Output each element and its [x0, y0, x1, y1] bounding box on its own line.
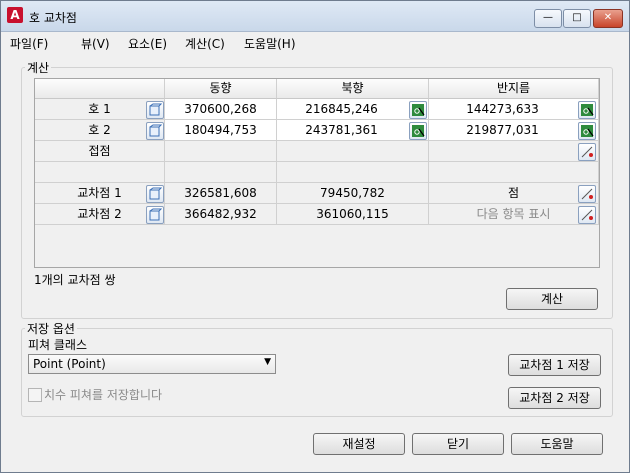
- intersection-count-status: 1개의 교차점 쌍: [34, 273, 116, 287]
- title-bar: A 호 교차점 — □ ✕: [1, 1, 629, 32]
- spacer-cell: [35, 162, 165, 183]
- arc2-east-input[interactable]: 180494,753: [165, 120, 277, 141]
- close-window-button[interactable]: ✕: [593, 9, 623, 28]
- maximize-button[interactable]: □: [563, 9, 591, 28]
- intersection2-type-value: 다음 항목 표시: [429, 204, 599, 225]
- menu-calculate[interactable]: 계산(C): [185, 35, 225, 52]
- header-east: 동향: [165, 79, 277, 99]
- save-dimension-label: 치수 피쳐를 저장합니다: [44, 388, 163, 402]
- spacer-cell: [165, 162, 277, 183]
- intersection2-north-value: 361060,115: [277, 204, 429, 225]
- select-object-icon: [149, 103, 162, 116]
- arc-intersection-window: A 호 교차점 — □ ✕ 파일(F) 뷰(V) 요소(E) 계산(C) 도움말…: [0, 0, 630, 473]
- menu-view[interactable]: 뷰(V): [81, 35, 110, 52]
- calc-group-label: 계산: [25, 59, 52, 76]
- tangent-radius-cell: [429, 141, 599, 162]
- intersection-point-icon: [581, 188, 593, 200]
- menu-help[interactable]: 도움말(H): [244, 35, 296, 52]
- intersection-point-icon: [581, 209, 593, 221]
- pick-arc2-radius-button[interactable]: [578, 122, 596, 140]
- intersection1-point-button[interactable]: [578, 185, 596, 203]
- menu-elements[interactable]: 요소(E): [128, 35, 167, 52]
- pick-arc2-north-button[interactable]: [409, 122, 427, 140]
- calculate-button[interactable]: 계산: [506, 288, 598, 310]
- help-button[interactable]: 도움말: [511, 433, 603, 455]
- feature-class-select[interactable]: Point (Point) ▼: [28, 354, 276, 374]
- arc1-north-input[interactable]: 216845,246: [277, 99, 429, 120]
- feature-class-label: 피쳐 클래스: [28, 338, 88, 352]
- tangent-north-cell: [277, 141, 429, 162]
- spacer-cell: [429, 162, 599, 183]
- window-title: 호 교차점: [29, 11, 77, 25]
- pick-point-icon: [412, 125, 425, 137]
- select-intersection1-button[interactable]: [146, 185, 164, 203]
- header-north: 북향: [277, 79, 429, 99]
- intersection1-north-value: 79450,782: [277, 183, 429, 204]
- reset-button[interactable]: 재설정: [313, 433, 405, 455]
- pick-point-icon: [581, 104, 594, 116]
- intersection-point-icon: [581, 146, 593, 158]
- grid-corner-header: [35, 79, 165, 99]
- select-intersection2-button[interactable]: [146, 206, 164, 224]
- arc1-radius-input[interactable]: 144273,633: [429, 99, 599, 120]
- select-arc2-button[interactable]: [146, 122, 164, 140]
- pick-point-icon: [581, 125, 594, 137]
- save-intersection1-button[interactable]: 교차점 1 저장: [508, 354, 601, 376]
- pick-point-icon: [412, 104, 425, 116]
- close-button[interactable]: 닫기: [412, 433, 504, 455]
- arc2-radius-input[interactable]: 219877,031: [429, 120, 599, 141]
- calc-grid: 동향 북향 반지름 호 1 370600,268 216845,246 1442…: [34, 78, 600, 268]
- menu-bar: 파일(F) 뷰(V) 요소(E) 계산(C) 도움말(H): [1, 32, 629, 52]
- spacer-cell: [277, 162, 429, 183]
- header-radius: 반지름: [429, 79, 599, 99]
- chevron-down-icon: ▼: [264, 357, 271, 367]
- save-intersection2-button[interactable]: 교차점 2 저장: [508, 387, 601, 409]
- minimize-button[interactable]: —: [534, 9, 562, 28]
- tangent-east-cell: [165, 141, 277, 162]
- arc1-east-input[interactable]: 370600,268: [165, 99, 277, 120]
- intersection1-type-value: 점: [429, 183, 599, 204]
- save-options-label: 저장 옵션: [25, 320, 77, 337]
- intersection1-east-value: 326581,608: [165, 183, 277, 204]
- pick-arc1-radius-button[interactable]: [578, 101, 596, 119]
- pick-arc1-north-button[interactable]: [409, 101, 427, 119]
- select-object-icon: [149, 124, 162, 137]
- tangent-point-button[interactable]: [578, 143, 596, 161]
- menu-file[interactable]: 파일(F): [10, 35, 48, 52]
- select-object-icon: [149, 208, 162, 221]
- intersection2-point-button[interactable]: [578, 206, 596, 224]
- row-label-tangent: 접점: [35, 141, 165, 162]
- select-arc1-button[interactable]: [146, 101, 164, 119]
- arc2-north-input[interactable]: 243781,361: [277, 120, 429, 141]
- save-dimension-checkbox[interactable]: [28, 388, 42, 402]
- feature-class-value: Point (Point): [33, 357, 106, 371]
- select-object-icon: [149, 187, 162, 200]
- intersection2-east-value: 366482,932: [165, 204, 277, 225]
- app-logo-icon: A: [7, 7, 23, 23]
